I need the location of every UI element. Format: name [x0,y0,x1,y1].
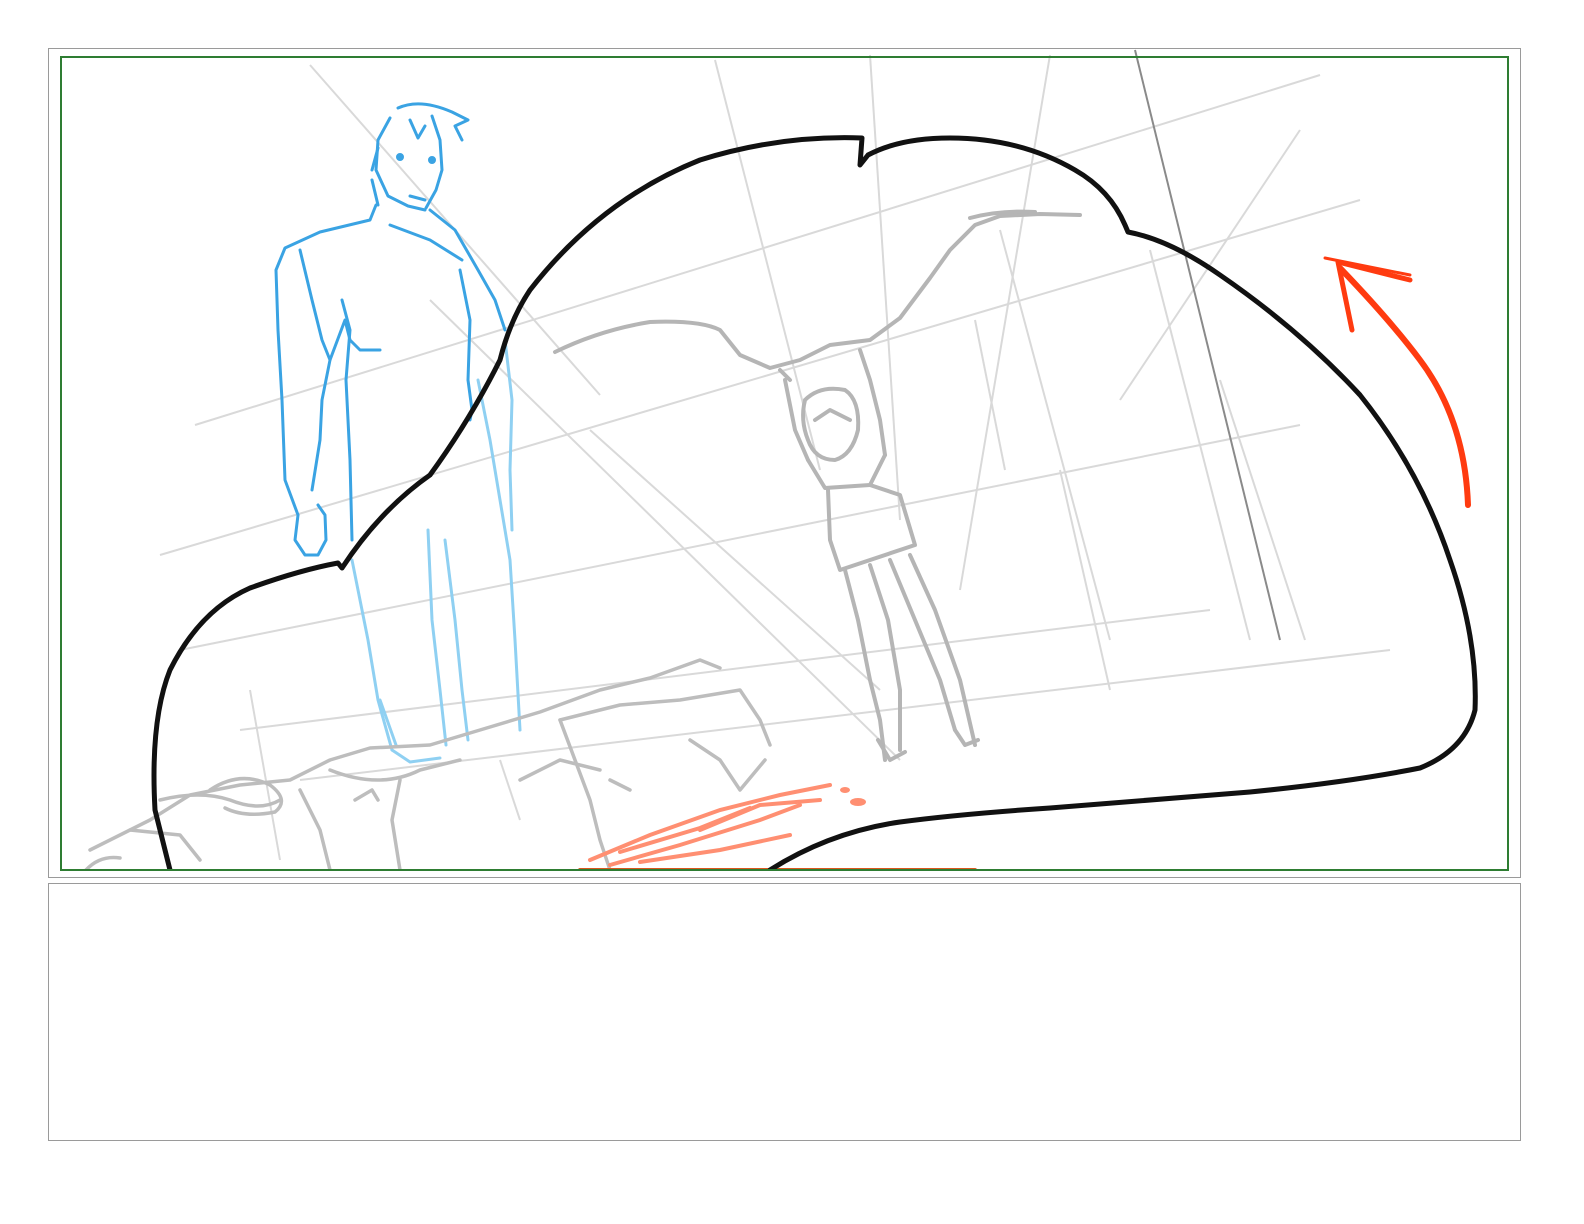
panel-sketch [84,49,1478,871]
notes-panel[interactable] [48,883,1521,1141]
construction-lines [159,54,1391,861]
blood-splatter [578,783,977,871]
standing-man-figure [274,102,522,764]
storyboard-page [0,0,1584,1224]
